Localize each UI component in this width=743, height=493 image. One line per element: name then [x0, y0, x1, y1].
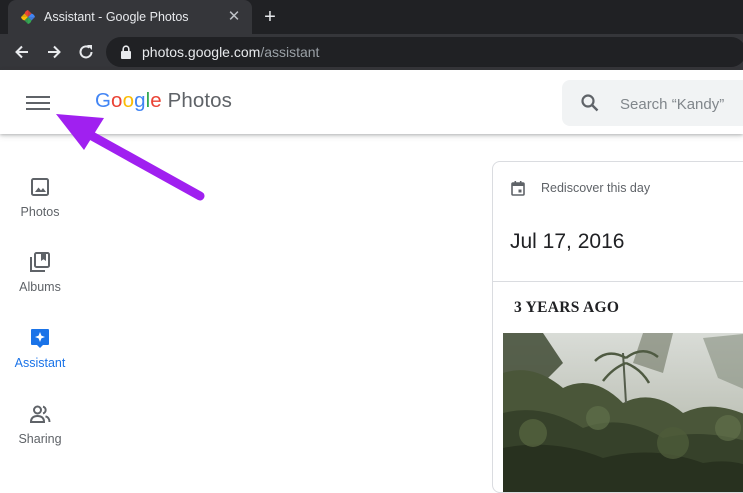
main-menu-button[interactable]: [26, 92, 50, 112]
card-header: Rediscover this day Jul 17, 2016: [493, 162, 743, 282]
back-arrow-icon[interactable]: [12, 42, 32, 62]
card-date: Jul 17, 2016: [510, 230, 625, 253]
browser-toolbar: photos.google.com/assistant: [0, 34, 743, 70]
people-icon: [29, 405, 51, 423]
url-text[interactable]: photos.google.com/assistant: [142, 44, 319, 60]
sidebar-item-label: Photos: [20, 205, 60, 219]
app-header: Google Photos: [0, 70, 743, 134]
sidebar-item-assistant[interactable]: Assistant: [0, 327, 80, 370]
browser-tab[interactable]: Assistant - Google Photos ✕: [8, 0, 252, 34]
sidebar-item-label: Albums: [19, 280, 61, 294]
reload-icon[interactable]: [76, 42, 96, 62]
forward-arrow-icon[interactable]: [44, 42, 64, 62]
browser-tab-strip: Assistant - Google Photos ✕ +: [0, 0, 743, 34]
search-input[interactable]: [618, 92, 743, 116]
google-photos-logo[interactable]: Google Photos: [95, 89, 232, 113]
calendar-icon: [511, 181, 525, 196]
sidebar-item-label: Sharing: [18, 432, 62, 446]
lock-icon[interactable]: [120, 45, 132, 59]
search-box[interactable]: [562, 80, 743, 126]
tab-title: Assistant - Google Photos: [44, 10, 189, 24]
jungle-photo-image: [503, 333, 743, 492]
sidebar-item-sharing[interactable]: Sharing: [0, 403, 80, 446]
sidebar-item-photos[interactable]: Photos: [0, 176, 80, 219]
card-kicker: Rediscover this day: [541, 181, 651, 195]
address-bar[interactable]: photos.google.com/assistant: [106, 37, 743, 67]
albums-icon: [30, 252, 50, 272]
new-tab-button[interactable]: +: [260, 7, 280, 27]
sidebar-item-albums[interactable]: Albums: [0, 251, 80, 294]
assistant-icon: [31, 329, 49, 348]
memory-photo[interactable]: [503, 333, 743, 492]
close-tab-icon[interactable]: ✕: [226, 9, 242, 25]
rediscover-card[interactable]: Rediscover this day Jul 17, 2016 3 YEARS…: [492, 161, 743, 493]
sidebar-item-label: Assistant: [14, 356, 66, 370]
photo-icon: [31, 178, 49, 196]
years-ago-heading: 3 YEARS AGO: [514, 299, 620, 316]
google-photos-favicon-icon: [21, 10, 35, 24]
search-icon[interactable]: [580, 93, 600, 113]
